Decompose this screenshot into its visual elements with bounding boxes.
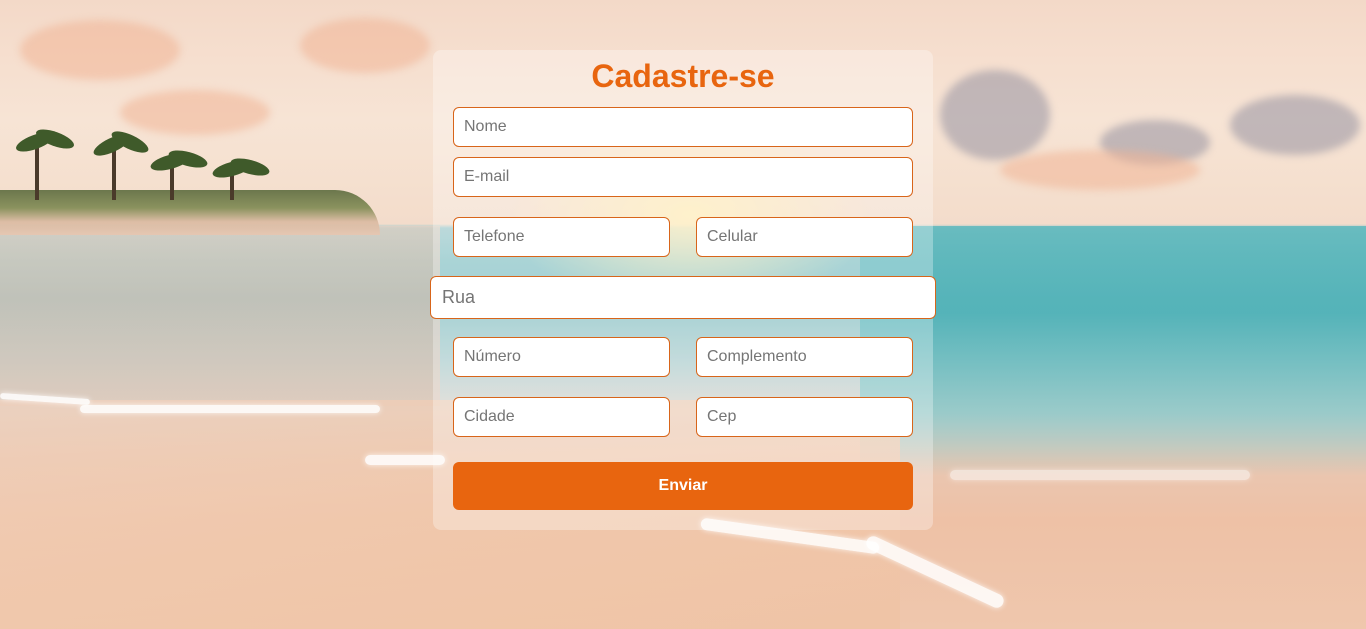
email-field[interactable] (453, 157, 913, 197)
name-field[interactable] (453, 107, 913, 147)
palm-trees (0, 120, 380, 200)
city-field[interactable] (453, 397, 670, 437)
street-field[interactable] (430, 276, 936, 319)
form-title: Cadastre-se (591, 58, 775, 94)
number-field[interactable] (453, 337, 670, 377)
submit-button[interactable]: Enviar (453, 462, 913, 510)
phone-field[interactable] (453, 217, 670, 257)
mobile-field[interactable] (696, 217, 913, 257)
zip-field[interactable] (696, 397, 913, 437)
complement-field[interactable] (696, 337, 913, 377)
